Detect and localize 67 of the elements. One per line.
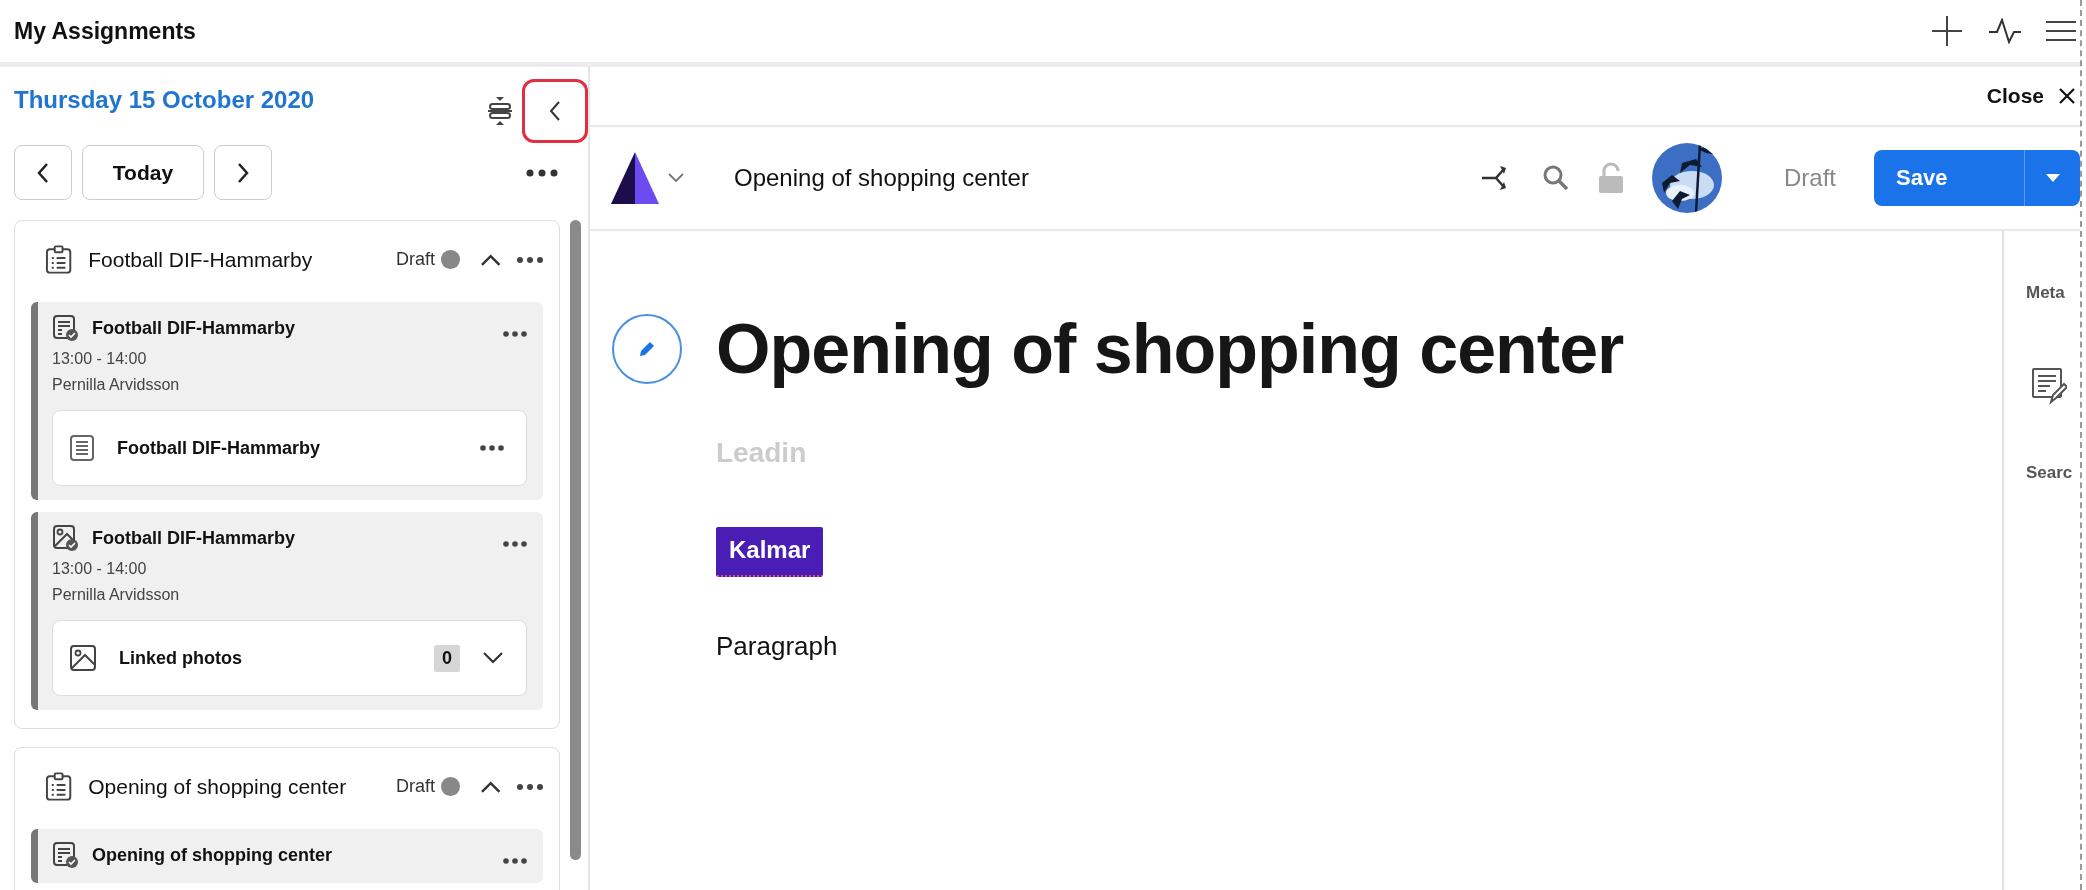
- status-label: Draft: [1784, 164, 1836, 192]
- item-title: Opening of shopping center: [92, 844, 332, 866]
- photo-check-icon: [52, 524, 80, 552]
- more-icon[interactable]: [517, 783, 543, 790]
- time-range: 13:00 - 14:00: [52, 350, 147, 368]
- status-label: Draft: [396, 776, 436, 797]
- document-icon: [69, 434, 95, 462]
- clipboard-icon: [45, 244, 73, 275]
- chevron-left-icon: [36, 161, 50, 184]
- document-check-icon: [52, 841, 80, 869]
- close-icon: [2058, 87, 2076, 105]
- item-title: Football DIF-Hammarby: [92, 317, 296, 339]
- document-title: Opening of shopping center: [734, 164, 1029, 192]
- image-icon: [69, 644, 97, 672]
- assignee-name: Pernilla Arvidsson: [52, 376, 180, 394]
- more-icon[interactable]: [517, 256, 543, 263]
- planning-item[interactable]: Opening of shopping center: [31, 829, 543, 883]
- assignment-title[interactable]: Opening of shopping center: [88, 770, 381, 803]
- date-heading: Thursday 15 October 2020: [14, 86, 315, 114]
- assignee-name: Pernilla Arvidsson: [52, 586, 180, 604]
- item-title: Football DIF-Hammarby: [92, 527, 296, 549]
- collapse-panel-button[interactable]: [522, 79, 588, 143]
- page-title: My Assignments: [14, 17, 196, 45]
- more-icon[interactable]: [480, 445, 504, 451]
- document-check-icon: [52, 314, 80, 342]
- chevron-icon[interactable]: [479, 779, 501, 794]
- more-icon[interactable]: [526, 168, 558, 177]
- place-tag[interactable]: Kalmar: [716, 527, 824, 577]
- linked-item-title: Linked photos: [119, 647, 243, 669]
- linked-item[interactable]: Linked photos 0: [52, 620, 527, 696]
- chevron-icon[interactable]: [482, 651, 504, 665]
- time-range: 13:00 - 14:00: [52, 560, 147, 578]
- sidebar-tab[interactable]: Meta: [2026, 283, 2065, 303]
- sidebar-tab[interactable]: Searc: [2026, 463, 2073, 483]
- plus-icon[interactable]: [1930, 14, 1964, 48]
- more-icon[interactable]: [503, 331, 527, 337]
- count-badge: 0: [434, 644, 460, 672]
- logo-icon[interactable]: [610, 150, 660, 206]
- headline[interactable]: Opening of shopping center: [716, 309, 1624, 389]
- assignment-title[interactable]: Football DIF-Hammarby: [88, 243, 381, 276]
- chevron-right-icon: [236, 161, 250, 184]
- close-button[interactable]: Close: [1986, 84, 2080, 108]
- menu-icon[interactable]: [2046, 19, 2076, 43]
- caret-icon[interactable]: [668, 173, 684, 183]
- today-button[interactable]: Today: [82, 145, 204, 200]
- save-button[interactable]: Save: [1874, 150, 2024, 206]
- linked-item[interactable]: Football DIF-Hammarby: [52, 410, 527, 486]
- save-options-button[interactable]: [2024, 150, 2080, 206]
- pulse-icon[interactable]: [1988, 18, 2022, 44]
- paragraph-text[interactable]: Paragraph: [716, 631, 838, 662]
- linked-item-title: Football DIF-Hammarby: [117, 437, 322, 459]
- more-icon[interactable]: [503, 541, 527, 547]
- document-edit-icon[interactable]: [2031, 367, 2067, 405]
- pencil-icon: [637, 339, 657, 359]
- more-icon[interactable]: [503, 858, 527, 864]
- planning-item[interactable]: Football DIF-Hammarby 13:00 - 14:00 Pernilla Arvidsson Football DIF-Hammarby: [31, 302, 543, 500]
- chevron-icon[interactable]: [479, 252, 501, 267]
- chevron-left-icon: [548, 100, 562, 122]
- status-dot: [441, 250, 460, 269]
- collapse-rows-icon[interactable]: [488, 96, 512, 126]
- caret-icon: [2044, 173, 2061, 183]
- search-icon[interactable]: [1542, 164, 1570, 192]
- status-label: Draft: [396, 249, 436, 270]
- scrollbar[interactable]: [570, 220, 581, 860]
- clipboard-icon: [45, 771, 73, 802]
- planning-item[interactable]: Football DIF-Hammarby 13:00 - 14:00 Pernilla Arvidsson Linked photos 0: [31, 512, 543, 710]
- status-dot: [441, 777, 460, 796]
